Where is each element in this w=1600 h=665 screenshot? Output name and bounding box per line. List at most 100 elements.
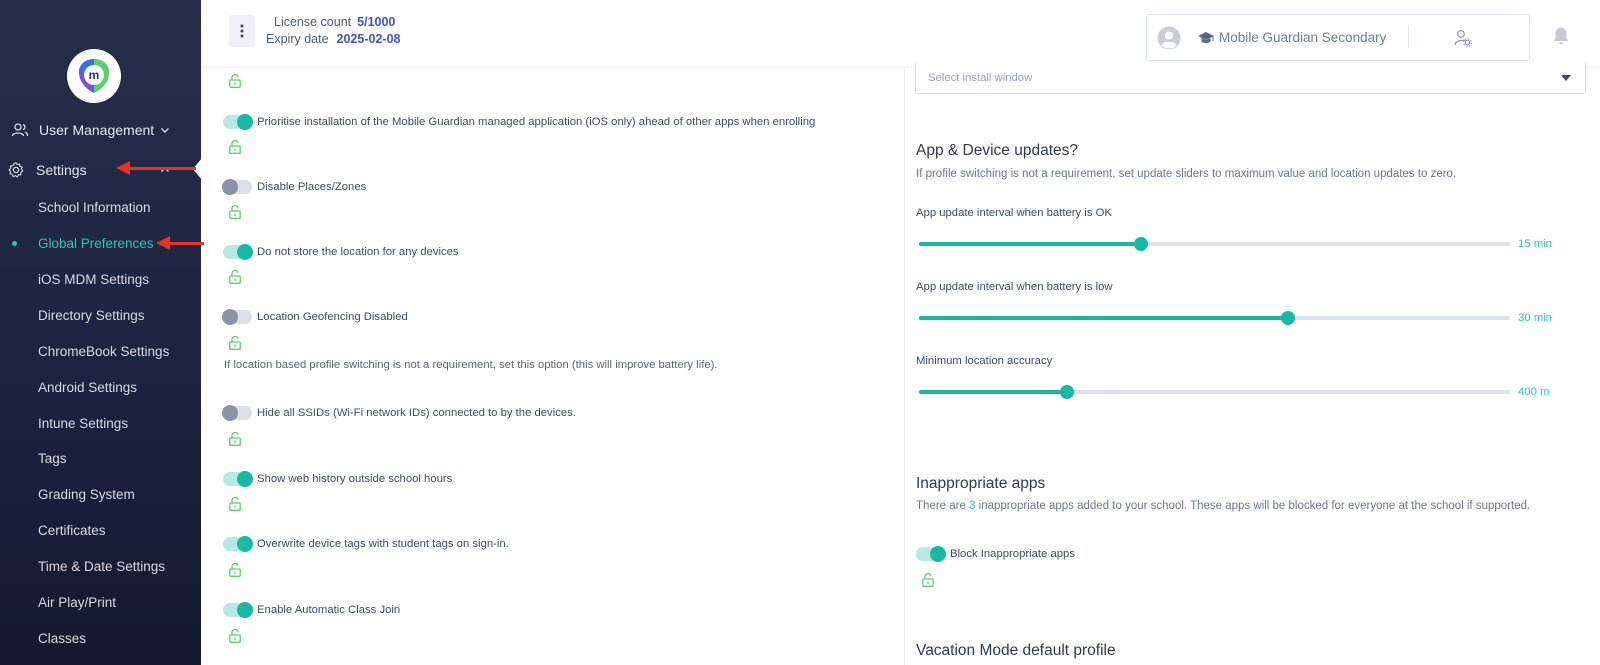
- notification-bell-icon[interactable]: [1552, 26, 1570, 46]
- sidebar-item-certificates[interactable]: Certificates: [38, 518, 106, 544]
- unlock-icon[interactable]: [229, 629, 241, 643]
- user-settings-icon[interactable]: [1453, 28, 1473, 48]
- automatic-class-join-toggle[interactable]: [223, 602, 253, 618]
- toggle-knob: [222, 405, 238, 421]
- setting-show-web-history: Show web history outside school hours: [223, 469, 452, 489]
- disable-places-zones-toggle[interactable]: [222, 179, 252, 195]
- gear-icon: [8, 162, 24, 178]
- unlock-icon[interactable]: [922, 573, 934, 587]
- toggle-knob: [930, 546, 946, 562]
- location-geofencing-toggle[interactable]: [222, 309, 252, 325]
- nav-settings[interactable]: Settings: [0, 155, 201, 185]
- hide-ssids-toggle[interactable]: [222, 405, 252, 421]
- inappropriate-desc-post: inappropriate apps added to your school.…: [978, 500, 1531, 512]
- prioritise-mg-app-toggle[interactable]: [223, 114, 253, 130]
- app-device-updates-title: App & Device updates?: [916, 142, 1078, 159]
- disable-places-zones-label: Disable Places/Zones: [257, 181, 367, 193]
- active-indicator-dot: [12, 241, 17, 246]
- show-web-history-toggle[interactable]: [223, 471, 253, 487]
- unlock-icon[interactable]: [229, 205, 241, 219]
- setting-do-not-store-location: Do not store the location for any device…: [223, 242, 459, 262]
- slider-battery-ok-label: App update interval when battery is OK: [916, 207, 1112, 219]
- expiry-date: Expiry date 2025-02-08: [266, 32, 400, 46]
- shield-logo-icon: m: [79, 59, 109, 93]
- sidebar-item-directory-settings[interactable]: Directory Settings: [38, 303, 145, 329]
- sidebar-item-air-play-print[interactable]: Air Play/Print: [38, 590, 116, 616]
- toggle-knob: [237, 114, 253, 130]
- toggle-knob: [222, 309, 238, 325]
- svg-text:m: m: [89, 68, 100, 82]
- inappropriate-apps-desc: There are 3 inappropriate apps added to …: [916, 500, 1530, 512]
- nav-settings-label: Settings: [36, 162, 87, 178]
- unlock-icon[interactable]: [229, 74, 241, 88]
- install-window-placeholder: Select install window: [928, 72, 1033, 84]
- sidebar-item-grading-system[interactable]: Grading System: [38, 482, 135, 508]
- sidebar-item-school-information[interactable]: School Information: [38, 195, 151, 221]
- overwrite-device-tags-label: Overwrite device tags with student tags …: [257, 538, 509, 550]
- slider-fill: [919, 316, 1289, 320]
- inappropriate-apps-count-link[interactable]: 3: [969, 500, 975, 512]
- overwrite-device-tags-toggle[interactable]: [223, 536, 253, 552]
- location-geofencing-label: Location Geofencing Disabled: [257, 311, 408, 323]
- mobile-guardian-logo[interactable]: m: [67, 49, 121, 103]
- setting-disable-places-zones: Disable Places/Zones: [222, 177, 367, 197]
- install-window-select[interactable]: Select install window: [915, 63, 1586, 94]
- unlock-icon[interactable]: [229, 497, 241, 511]
- block-inappropriate-apps-toggle[interactable]: [916, 546, 946, 562]
- kebab-menu-icon: [240, 24, 244, 38]
- automatic-class-join-label: Enable Automatic Class Join: [257, 604, 401, 616]
- block-inappropriate-apps-label: Block Inappropriate apps: [950, 548, 1075, 560]
- setting-prioritise-mg-app: Prioritise installation of the Mobile Gu…: [223, 112, 815, 132]
- show-web-history-label: Show web history outside school hours: [257, 473, 453, 485]
- unlock-icon[interactable]: [229, 432, 241, 446]
- slider-fill: [919, 390, 1067, 394]
- sidebar-item-time-date-settings[interactable]: Time & Date Settings: [38, 554, 165, 580]
- unlock-icon[interactable]: [229, 270, 241, 284]
- sidebar-item-tags[interactable]: Tags: [38, 446, 67, 472]
- slider-battery-ok[interactable]: [919, 237, 1510, 251]
- geofencing-help-text: If location based profile switching is n…: [224, 359, 718, 371]
- sidebar-item-ios-mdm-settings[interactable]: iOS MDM Settings: [38, 267, 149, 293]
- user-avatar-icon[interactable]: [1157, 26, 1181, 50]
- slider-handle[interactable]: [1281, 311, 1296, 325]
- slider-handle[interactable]: [1133, 237, 1148, 251]
- hide-ssids-label: Hide all SSIDs (Wi-Fi network IDs) conne…: [257, 407, 576, 419]
- annotation-arrow-global-preferences: [156, 236, 204, 250]
- expiry-date-value: 2025-02-08: [336, 32, 401, 46]
- sidebar-item-intune-settings[interactable]: Intune Settings: [38, 411, 128, 437]
- sidebar-item-global-preferences[interactable]: Global Preferences: [38, 231, 154, 257]
- app-device-updates-desc: If profile switching is not a requiremen…: [916, 168, 1457, 180]
- license-count: License count 5/1000: [274, 15, 395, 29]
- toggle-knob: [237, 244, 253, 260]
- sidebar-item-classes[interactable]: Classes: [38, 626, 86, 652]
- more-options-button[interactable]: [229, 15, 255, 47]
- school-switcher: Mobile Guardian Secondary: [1146, 14, 1530, 61]
- chevron-up-icon: [161, 167, 169, 172]
- school-name[interactable]: Mobile Guardian Secondary: [1219, 30, 1386, 45]
- slider-battery-low-value: 30 min: [1518, 312, 1552, 324]
- unlock-icon[interactable]: [229, 140, 241, 154]
- toggle-knob: [222, 179, 238, 195]
- toggle-knob: [237, 471, 253, 487]
- column-divider: [904, 68, 905, 665]
- slider-handle[interactable]: [1059, 385, 1074, 399]
- expiry-date-label: Expiry date: [266, 32, 329, 46]
- school-divider: [1408, 26, 1409, 48]
- prioritise-mg-app-label: Prioritise installation of the Mobile Gu…: [257, 116, 816, 128]
- slider-battery-low[interactable]: [919, 311, 1510, 325]
- nav-user-management[interactable]: User Management: [0, 115, 201, 145]
- inappropriate-desc-pre: There are: [916, 500, 966, 512]
- license-count-label: License count: [274, 15, 352, 29]
- do-not-store-location-toggle[interactable]: [223, 244, 253, 260]
- graduation-cap-icon: [1198, 32, 1214, 43]
- unlock-icon[interactable]: [229, 563, 241, 577]
- unlock-icon[interactable]: [229, 336, 241, 350]
- sidebar: m User Management Settings School Inform…: [0, 0, 201, 665]
- slider-location-accuracy[interactable]: [919, 385, 1510, 399]
- do-not-store-location-label: Do not store the location for any device…: [257, 246, 459, 258]
- annotation-arrow-settings: [116, 161, 196, 175]
- slider-location-accuracy-value: 400 m: [1518, 386, 1550, 398]
- sidebar-item-chromebook-settings[interactable]: ChromeBook Settings: [38, 339, 169, 365]
- slider-location-accuracy-label: Minimum location accuracy: [916, 355, 1053, 367]
- sidebar-item-android-settings[interactable]: Android Settings: [38, 375, 137, 401]
